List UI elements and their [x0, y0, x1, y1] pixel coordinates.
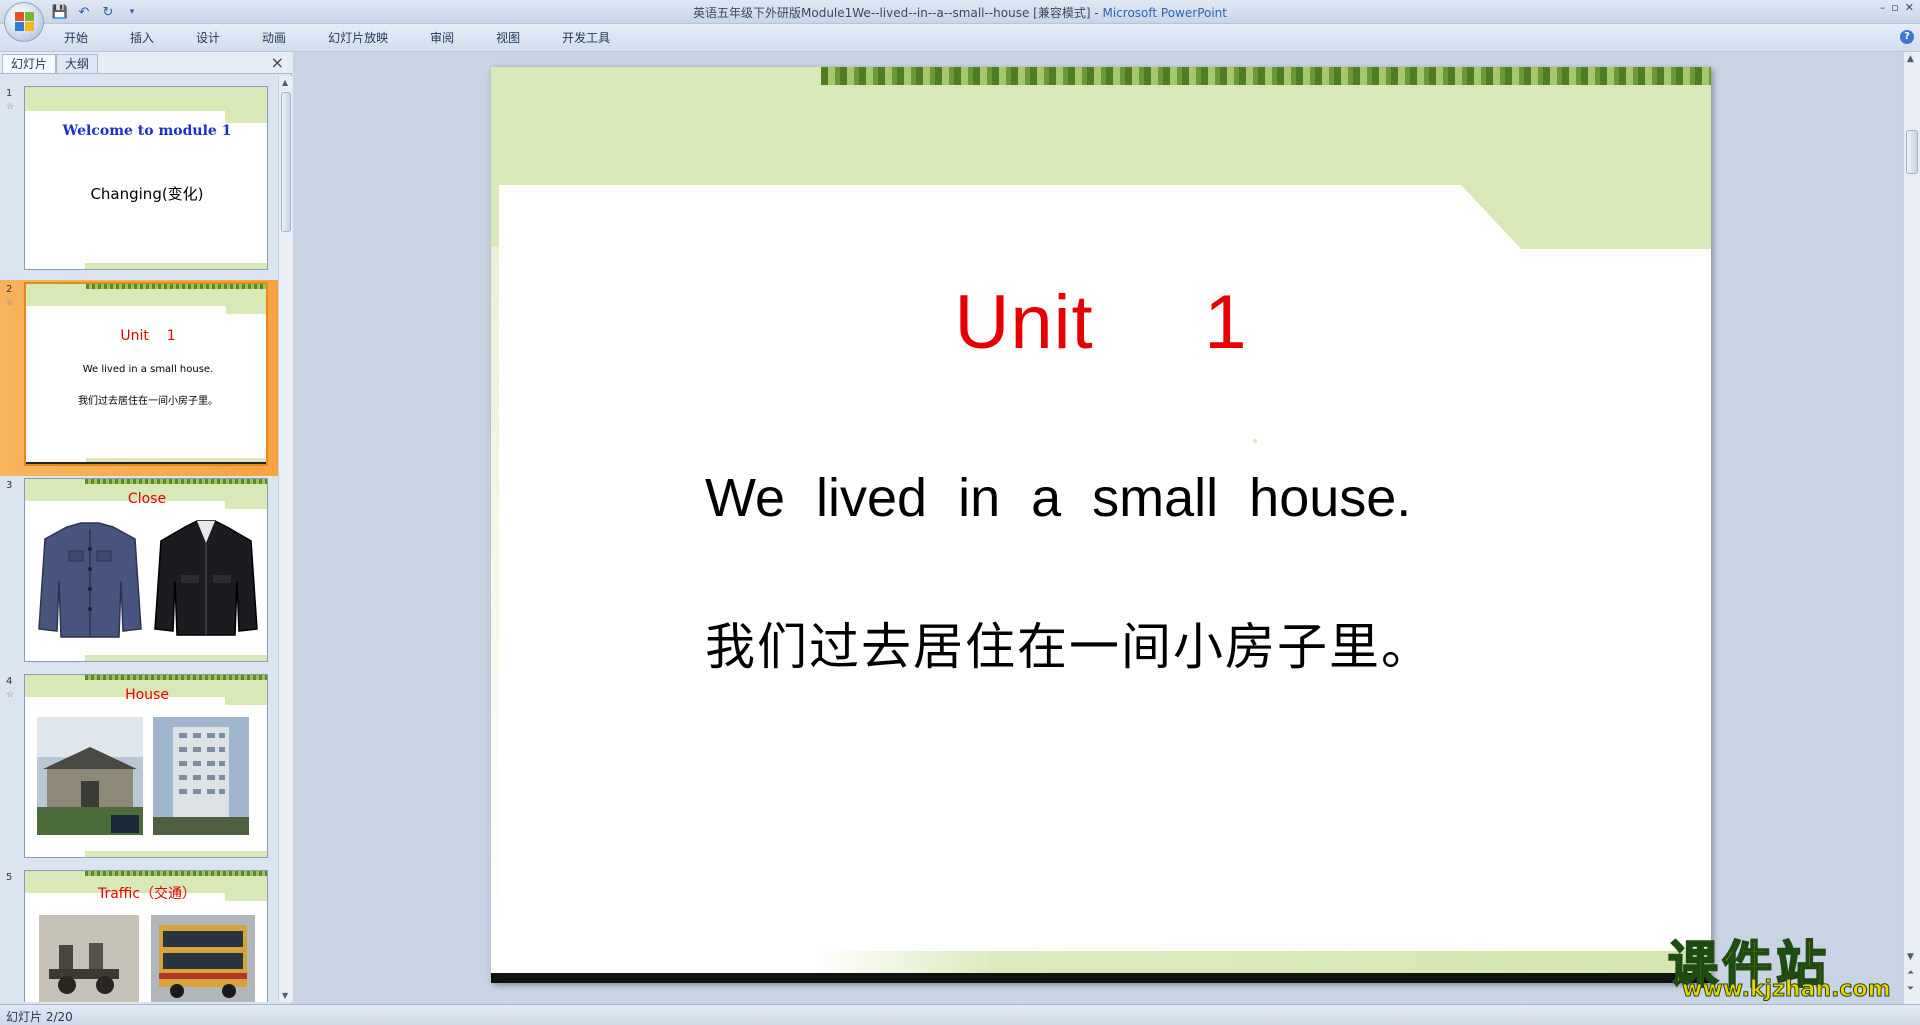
slide-thumbnail-row[interactable]: 4 ☆ House	[0, 672, 278, 868]
pane-tabs: 幻灯片 大纲 ×	[0, 52, 292, 74]
jacket-image	[38, 522, 142, 638]
thumb-green-strip	[85, 675, 267, 680]
tab-review[interactable]: 审阅	[418, 30, 466, 48]
animation-star-icon: ☆	[6, 298, 15, 308]
slide-bottom-line	[491, 973, 1711, 983]
slide-number: 3	[6, 480, 13, 491]
thumb-title: Welcome to module 1	[62, 123, 232, 139]
slide-thumbnail-row[interactable]: 1 ☆ Welcome to module 1 Changing(变化)	[0, 84, 278, 280]
slide-count-status: 幻灯片 2/20	[6, 1010, 73, 1024]
tab-design[interactable]: 设计	[184, 30, 232, 48]
tab-outline[interactable]: 大纲	[56, 54, 99, 73]
donkey-cart-image	[39, 915, 139, 1002]
scroll-down-icon[interactable]: ▼	[1907, 952, 1914, 962]
powerpoint-window: 💾 ↶ ↻ ▾ 英语五年级下外研版Module1We--lived--in--a…	[0, 0, 1920, 1025]
slide-thumbnail[interactable]: Welcome to module 1 Changing(变化)	[24, 86, 268, 270]
slide-number: 4	[6, 676, 13, 687]
thumb-subtitle: Changing(变化)	[90, 185, 204, 203]
scrollbar-thumb[interactable]	[281, 92, 291, 232]
slide-thumbnail-row[interactable]: 5 Traffic（交通）	[0, 868, 278, 1002]
slide-number: 2	[6, 284, 13, 295]
ribbon-tabs-bar: 开始 插入 设计 动画 幻灯片放映 审阅 视图 开发工具 ?	[0, 24, 1920, 52]
office-logo-icon	[15, 12, 35, 32]
maximize-button[interactable]: ▫	[1891, 1, 1898, 14]
slide-sentence-en[interactable]: We lived in a small house.	[705, 467, 1411, 529]
jacket-image	[154, 520, 258, 636]
scroll-up-icon[interactable]: ▲	[282, 78, 288, 87]
thumb-green-strip	[86, 284, 266, 289]
slide-number: 5	[6, 872, 13, 883]
slide-thumbnail[interactable]: Unit 1 We lived in a small house. 我们过去居住…	[24, 282, 268, 466]
window-title: 英语五年级下外研版Module1We--lived--in--a--small-…	[693, 6, 1227, 20]
slide-thumbnail[interactable]: Close	[24, 478, 268, 662]
slide-number: 1	[6, 88, 13, 99]
slide-thumbnail-row[interactable]: 3 Close	[0, 476, 278, 672]
current-slide[interactable]: Unit 1 We lived in a small house. 我们过去居住…	[491, 67, 1711, 983]
slide-green-strip	[821, 67, 1711, 85]
tab-view[interactable]: 视图	[484, 30, 532, 48]
scroll-up-icon[interactable]: ▲	[1907, 54, 1914, 64]
tab-animations[interactable]: 动画	[250, 30, 298, 48]
site-watermark: 课件站 www.kjzhan.com	[1667, 925, 1898, 1003]
thumb-bottom-green	[85, 263, 267, 269]
thumb-green-strip	[85, 871, 267, 876]
minimize-button[interactable]: –	[1880, 1, 1886, 14]
animation-star-icon: ☆	[6, 102, 15, 112]
tab-developer[interactable]: 开发工具	[550, 30, 622, 48]
thumb-line-en: We lived in a small house.	[82, 364, 214, 375]
slide-bottom-green	[811, 951, 1711, 973]
title-bar: 💾 ↶ ↻ ▾ 英语五年级下外研版Module1We--lived--in--a…	[0, 0, 1920, 24]
old-house-image	[37, 717, 143, 835]
slide-unit-title[interactable]: Unit 1	[491, 279, 1711, 366]
slide-thumbnail[interactable]: House	[24, 674, 268, 858]
slide-scrollbar[interactable]: ▲ ▼ ⏶ ⏷	[1903, 52, 1920, 1004]
thumb-bottom-line	[26, 462, 266, 464]
close-pane-icon[interactable]: ×	[271, 53, 284, 72]
apartment-building-image	[153, 717, 249, 835]
thumb-white-band	[26, 306, 226, 326]
slide-thumbnails: 1 ☆ Welcome to module 1 Changing(变化) 2 ☆	[0, 76, 278, 1002]
tab-insert[interactable]: 插入	[118, 30, 166, 48]
next-slide-icon[interactable]: ⏷	[1907, 984, 1914, 994]
thumb-line-zh: 我们过去居住在一间小房子里。	[78, 396, 218, 407]
slide-thumbnail[interactable]: Traffic（交通）	[24, 870, 268, 1002]
close-window-button[interactable]: ✕	[1905, 1, 1914, 14]
watermark-url: www.kjzhan.com	[1682, 977, 1892, 1003]
slides-pane: 幻灯片 大纲 × 1 ☆ Welcome to module 1 Changin…	[0, 52, 292, 1004]
tab-slideshow[interactable]: 幻灯片放映	[316, 30, 400, 48]
animation-star-icon: ☆	[6, 690, 15, 700]
window-controls: – ▫ ✕	[1880, 1, 1914, 14]
thumb-title: Close	[127, 491, 167, 507]
thumb-bottom-green	[85, 655, 267, 661]
scroll-down-icon[interactable]: ▼	[282, 991, 288, 1000]
slide-sentence-zh[interactable]: 我们过去居住在一间小房子里。	[705, 607, 1433, 679]
document-title: 英语五年级下外研版Module1We--lived--in--a--small-…	[693, 6, 1091, 20]
ribbon-tabs: 开始 插入 设计 动画 幻灯片放映 审阅 视图 开发工具	[52, 30, 640, 48]
tab-home[interactable]: 开始	[52, 30, 100, 48]
thumb-title: House	[125, 687, 169, 703]
thumb-bottom-green	[85, 851, 267, 857]
office-button[interactable]	[4, 2, 44, 42]
previous-slide-icon[interactable]: ⏶	[1907, 968, 1914, 978]
slide-dot	[1253, 439, 1257, 443]
app-name: Microsoft PowerPoint	[1102, 6, 1227, 20]
bus-image	[151, 915, 255, 1002]
thumb-green-strip	[85, 479, 267, 484]
status-bar: 幻灯片 2/20	[0, 1004, 1920, 1025]
thumbnails-scrollbar[interactable]: ▲ ▼	[278, 76, 292, 1002]
thumb-title: Unit 1	[120, 328, 176, 344]
scrollbar-thumb[interactable]	[1906, 130, 1918, 174]
slide-thumbnail-row-active[interactable]: 2 ☆ Unit 1 We lived in a small house. 我们…	[0, 280, 278, 476]
tab-slides[interactable]: 幻灯片	[2, 54, 57, 73]
help-icon[interactable]: ?	[1900, 30, 1914, 44]
thumb-title: Traffic（交通）	[97, 886, 197, 902]
